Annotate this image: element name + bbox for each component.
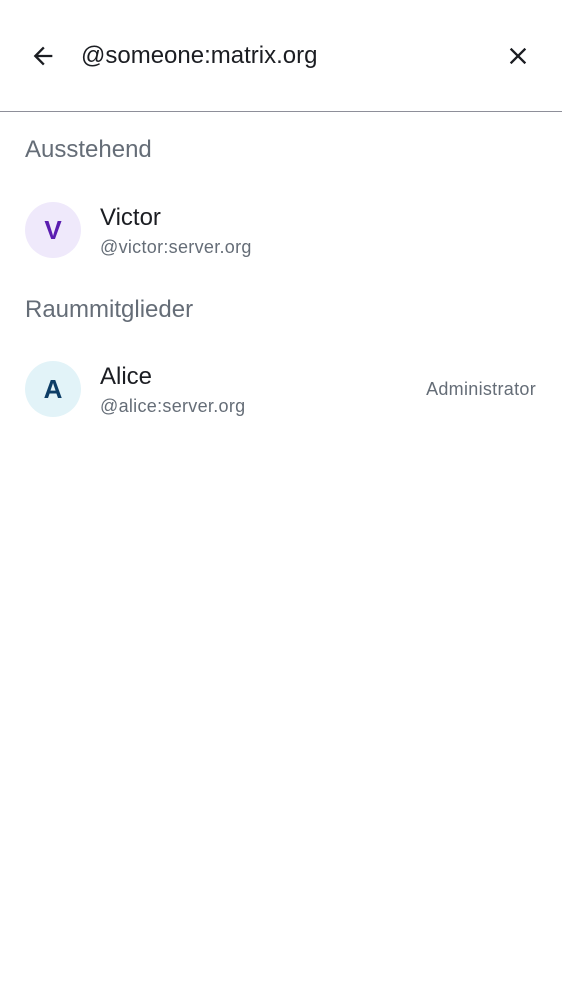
member-role-badge: Administrator — [426, 379, 536, 399]
section-header-pending: Ausstehend — [25, 136, 152, 163]
search-input[interactable] — [81, 38, 481, 74]
member-row-alice[interactable]: A Alice @alice:server.org Administrator — [0, 349, 562, 429]
member-user-id: @alice:server.org — [100, 396, 246, 416]
member-user-id: @victor:server.org — [100, 237, 252, 257]
avatar: V — [25, 202, 81, 258]
member-name: Victor — [100, 204, 161, 231]
section-header-room-members: Raummitglieder — [25, 296, 194, 323]
search-bar — [0, 0, 562, 112]
member-row-victor[interactable]: V Victor @victor:server.org — [0, 190, 562, 270]
avatar: A — [25, 361, 81, 417]
back-button[interactable] — [19, 32, 67, 80]
clear-search-button[interactable] — [494, 32, 542, 80]
close-icon — [509, 47, 527, 65]
arrow-back-icon — [33, 46, 53, 66]
member-name: Alice — [100, 363, 153, 390]
